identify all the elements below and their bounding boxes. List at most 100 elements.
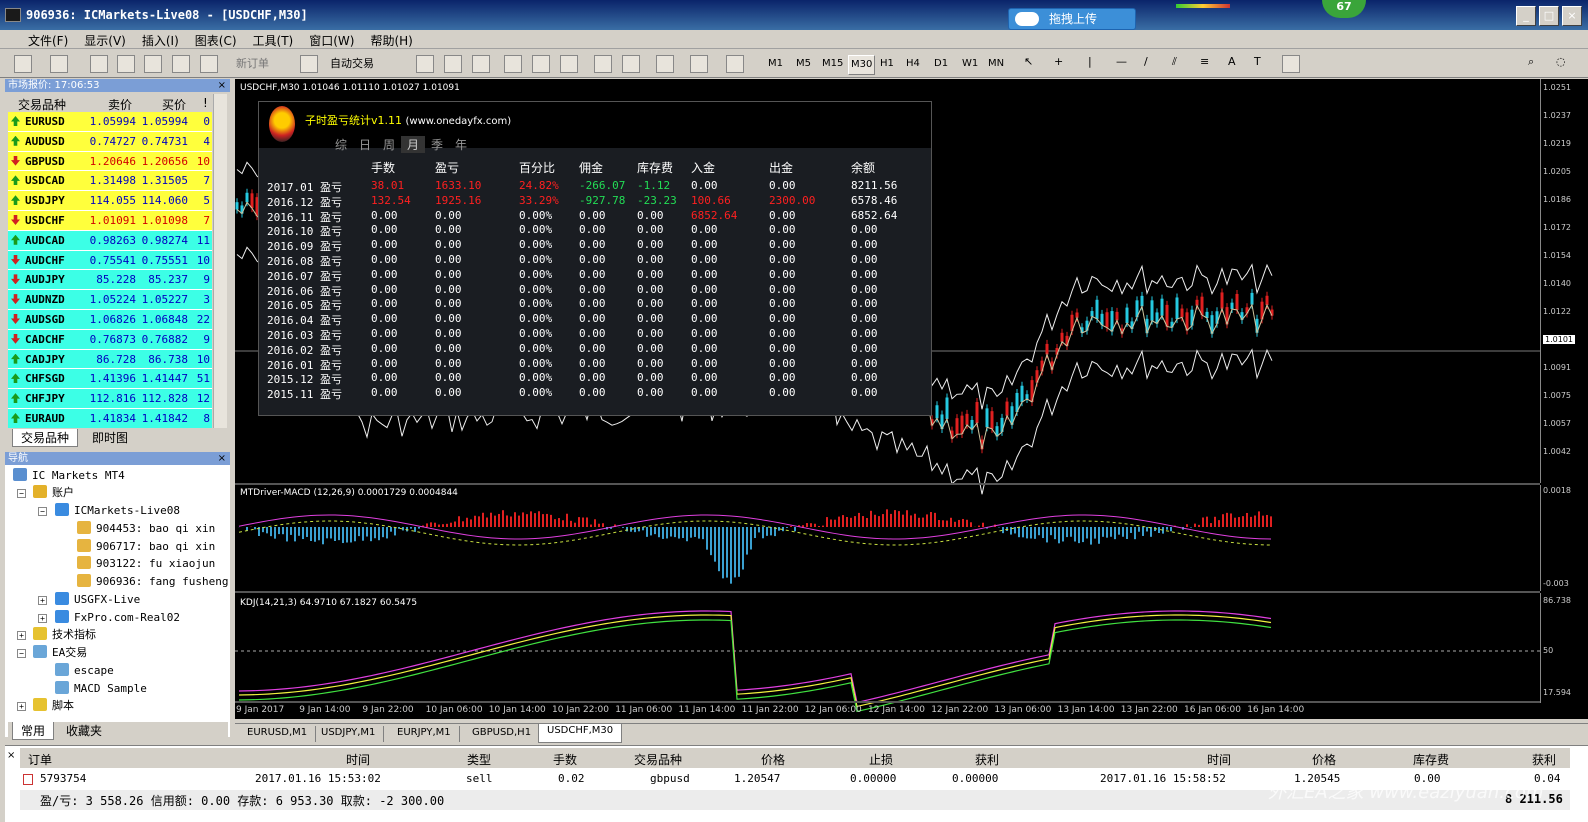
market-watch-row[interactable]: CHFSGD 1.41396 1.41447 51 <box>8 369 212 390</box>
menu-view[interactable]: 显示(V) <box>76 30 134 49</box>
text-label-icon[interactable]: T <box>1254 55 1272 73</box>
trendline-icon[interactable]: / <box>1144 55 1162 73</box>
col-open-time[interactable]: 时间 <box>346 751 370 768</box>
tab-favorites[interactable]: 收藏夹 <box>58 722 110 739</box>
pane-separator[interactable] <box>235 591 1540 593</box>
tree-account-906717[interactable]: 906717: bao qi xin <box>77 538 215 555</box>
collapse-icon[interactable]: − <box>17 649 26 658</box>
tf-m5[interactable]: M5 <box>794 55 813 73</box>
tf-h1[interactable]: H1 <box>878 55 896 73</box>
market-watch-icon[interactable] <box>90 55 108 73</box>
tree-accounts[interactable]: 账户 <box>33 484 74 501</box>
chat-icon[interactable]: ◌ <box>1556 55 1574 73</box>
search-icon[interactable]: ⌕ <box>1528 55 1546 73</box>
menu-tools[interactable]: 工具(T) <box>245 30 302 49</box>
minimize-button[interactable]: _ <box>1516 6 1536 26</box>
market-watch-row[interactable]: AUDUSD 0.74727 0.74731 4 <box>8 131 212 152</box>
horizontal-line-icon[interactable]: — <box>1116 55 1134 73</box>
zoom-out-icon[interactable] <box>532 55 550 73</box>
market-watch-scrollbar[interactable] <box>213 94 227 428</box>
stats-tab-summary[interactable]: 综 <box>329 136 353 153</box>
market-watch-row[interactable]: AUDSGD 1.06826 1.06848 22 <box>8 309 212 330</box>
market-watch-row[interactable]: GBPUSD 1.20646 1.20656 10 <box>8 151 212 172</box>
tree-indicators[interactable]: 技术指标 <box>33 626 96 643</box>
new-order-button[interactable]: 新订单 <box>236 54 269 74</box>
close-icon[interactable]: × <box>218 79 226 92</box>
upload-button[interactable]: 拖拽上传 <box>1008 8 1136 30</box>
tf-d1[interactable]: D1 <box>932 55 950 73</box>
tab-symbols[interactable]: 交易品种 <box>12 429 79 447</box>
menu-charts[interactable]: 图表(C) <box>187 30 245 49</box>
market-watch-row[interactable]: CHFJPY 112.816 112.828 12 <box>8 389 212 409</box>
tf-mn[interactable]: MN <box>986 55 1006 73</box>
candlestick-icon[interactable] <box>444 55 462 73</box>
menu-file[interactable]: 文件(F) <box>20 30 76 49</box>
market-watch-row[interactable]: AUDNZD 1.05224 1.05227 3 <box>8 290 212 310</box>
text-icon[interactable]: A <box>1228 55 1246 73</box>
collapse-icon[interactable]: − <box>38 507 47 516</box>
line-chart-icon[interactable] <box>472 55 490 73</box>
chart-tab-eurusd[interactable]: EURUSD,M1 <box>239 726 317 742</box>
auto-trade-button[interactable]: 自动交易 <box>330 54 374 74</box>
cursor-icon[interactable]: ↖ <box>1024 55 1042 73</box>
expand-icon[interactable]: + <box>38 596 47 605</box>
crosshair-icon[interactable]: + <box>1054 55 1072 73</box>
menu-window[interactable]: 窗口(W) <box>301 30 362 49</box>
chart-tab-usdjpy[interactable]: USDJPY,M1 <box>313 726 385 742</box>
stats-tab-quarter[interactable]: 季 <box>425 136 449 153</box>
tree-expert-advisors[interactable]: EA交易 <box>33 644 87 661</box>
close-icon[interactable]: × <box>7 750 15 761</box>
chart-tab-eurjpy[interactable]: EURJPY,M1 <box>389 726 460 742</box>
tree-server-fxpro[interactable]: FxPro.com-Real02 <box>55 609 180 626</box>
tf-h4[interactable]: H4 <box>904 55 922 73</box>
market-watch-row[interactable]: EURUSD 1.05994 1.05994 0 <box>8 112 212 132</box>
metaeditor-icon[interactable] <box>300 55 318 73</box>
col-stop-loss[interactable]: 止损 <box>869 751 893 768</box>
menu-help[interactable]: 帮助(H) <box>362 30 420 49</box>
market-watch-row[interactable]: USDJPY 114.055 114.060 5 <box>8 191 212 211</box>
tree-account-904453[interactable]: 904453: bao qi xin <box>77 520 215 537</box>
market-watch-row[interactable]: AUDCAD 0.98263 0.98274 11 <box>8 230 212 251</box>
market-watch-row[interactable]: CADJPY 86.728 86.738 10 <box>8 349 212 370</box>
market-watch-row[interactable]: USDCAD 1.31498 1.31505 7 <box>8 171 212 192</box>
strategy-tester-icon[interactable] <box>200 55 218 73</box>
pnl-stats-panel[interactable]: 子时盈亏统计v1.11 (www.onedayfx.com) 综日周月季年 手数… <box>258 101 932 416</box>
col-swap[interactable]: 库存费 <box>1413 751 1449 768</box>
col-take-profit[interactable]: 获利 <box>975 751 999 768</box>
templates-icon[interactable] <box>726 55 744 73</box>
col-ask[interactable]: 买价 <box>162 96 186 113</box>
tf-m15[interactable]: M15 <box>820 55 845 73</box>
col-type[interactable]: 类型 <box>467 751 491 768</box>
market-watch-row[interactable]: EURAUD 1.41834 1.41842 8 <box>8 408 212 428</box>
expand-icon[interactable]: + <box>17 702 26 711</box>
chart-tab-gbpusd[interactable]: GBPUSD,H1 <box>464 726 541 742</box>
periods-icon[interactable] <box>690 55 708 73</box>
col-open-price[interactable]: 价格 <box>761 751 785 768</box>
fibonacci-icon[interactable]: ≡ <box>1200 55 1218 73</box>
market-watch-row[interactable]: USDCHF 1.01091 1.01098 7 <box>8 210 212 231</box>
tab-common[interactable]: 常用 <box>12 722 55 740</box>
stats-tab-day[interactable]: 日 <box>353 136 377 153</box>
market-watch-row[interactable]: AUDJPY 85.228 85.237 9 <box>8 270 212 291</box>
col-lots[interactable]: 手数 <box>553 751 577 768</box>
col-profit[interactable]: 获利 <box>1532 751 1556 768</box>
pane-separator[interactable] <box>235 483 1540 485</box>
expand-icon[interactable]: + <box>17 631 26 640</box>
tree-root[interactable]: IC Markets MT4 <box>13 467 125 484</box>
new-chart-icon[interactable] <box>14 55 32 73</box>
col-symbol[interactable]: 交易品种 <box>18 96 66 113</box>
data-window-icon[interactable] <box>117 55 135 73</box>
tab-tick-chart[interactable]: 即时图 <box>84 429 136 446</box>
arrows-icon[interactable] <box>1282 55 1300 73</box>
expand-icon[interactable]: + <box>38 614 47 623</box>
collapse-icon[interactable]: − <box>17 489 26 498</box>
tf-w1[interactable]: W1 <box>960 55 980 73</box>
vertical-line-icon[interactable]: | <box>1088 55 1106 73</box>
col-close-time[interactable]: 时间 <box>1207 751 1231 768</box>
col-bid[interactable]: 卖价 <box>108 96 132 113</box>
tile-windows-icon[interactable] <box>560 55 578 73</box>
market-watch-row[interactable]: CADCHF 0.76873 0.76882 9 <box>8 329 212 350</box>
col-price[interactable]: 价格 <box>1312 751 1336 768</box>
navigator-icon[interactable] <box>144 55 162 73</box>
menu-insert[interactable]: 插入(I) <box>134 30 187 49</box>
